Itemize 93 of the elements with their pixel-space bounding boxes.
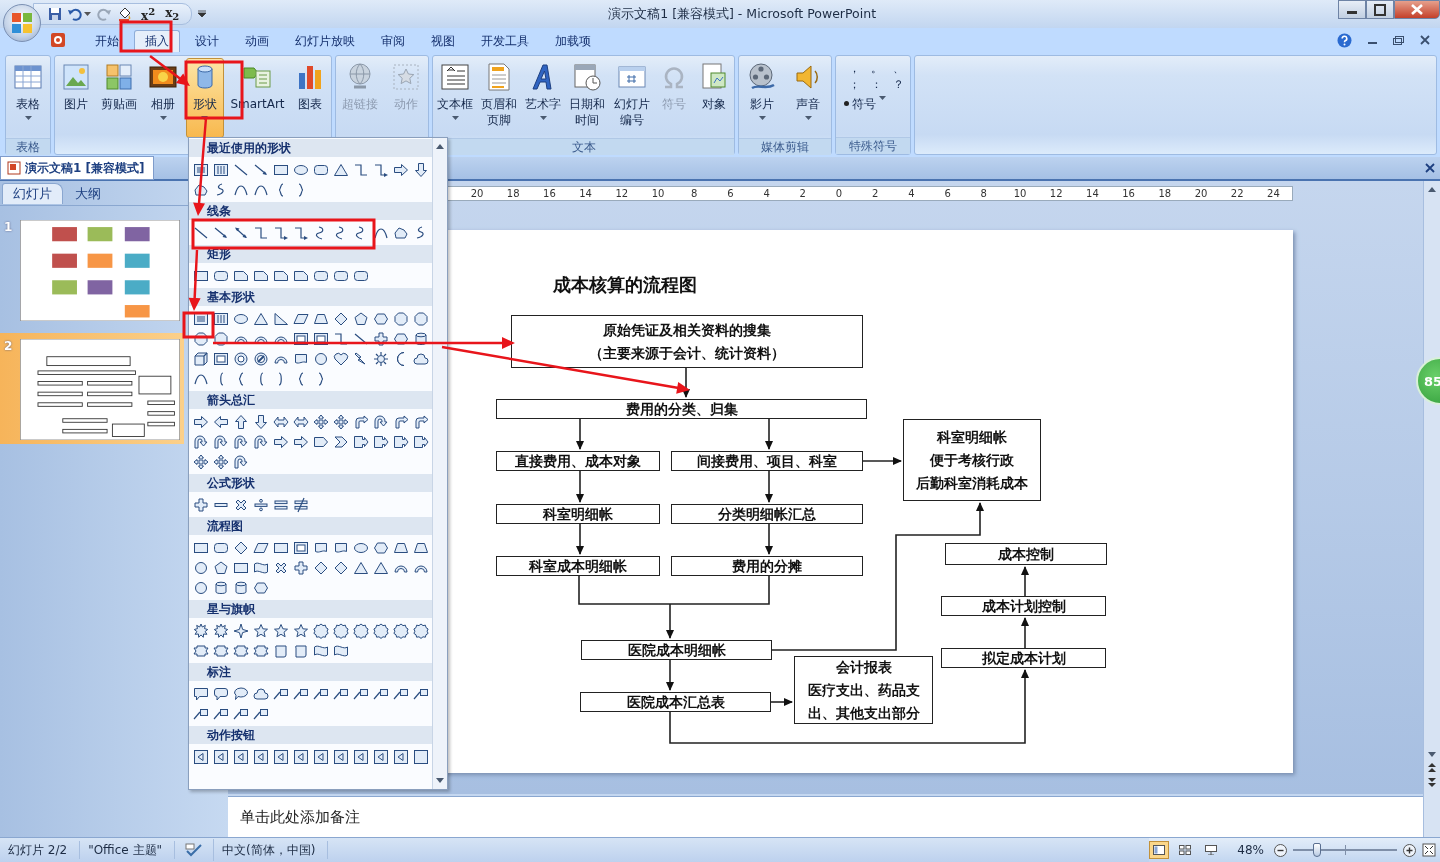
flowchart-node: 科室明细帐 便于考核行政 后勤科室消耗成本 bbox=[903, 419, 1041, 501]
superscript-button[interactable]: x$_{2}$ bbox=[163, 5, 182, 23]
superscript-button[interactable]: x$^{2}$ bbox=[139, 5, 158, 23]
ruler-number: 14 bbox=[1086, 187, 1099, 200]
ruler-number: 8 bbox=[980, 187, 987, 200]
ruler-number: 8 bbox=[691, 187, 698, 200]
ribbon-tab[interactable]: 视图 bbox=[420, 30, 466, 52]
ruler-number: 10 bbox=[1013, 187, 1027, 200]
gallery-section-header: 标注 bbox=[189, 663, 432, 681]
ribbon-tab[interactable]: 设计 bbox=[184, 30, 230, 52]
flowchart-node: 成本计划控制 bbox=[941, 596, 1106, 616]
ruler-number: 24 bbox=[1267, 187, 1280, 200]
gallery-section-header: 基本形状 bbox=[189, 288, 432, 306]
ribbon-button[interactable]: 页眉和 页脚 bbox=[478, 58, 521, 138]
ribbon-button[interactable]: 日期和 时间 bbox=[566, 58, 609, 138]
ribbon-tab[interactable]: 开始 bbox=[84, 30, 130, 52]
ruler-number: 14 bbox=[579, 187, 592, 200]
symbol-button[interactable]: ， bbox=[844, 62, 864, 76]
flowchart-node: 科室明细帐 bbox=[496, 504, 660, 524]
gallery-section-header: 星与旗帜 bbox=[189, 600, 432, 618]
ribbon-button[interactable]: 幻灯片 编号 bbox=[610, 58, 653, 138]
ruler-number: 18 bbox=[1158, 187, 1172, 200]
ruler-number: 10 bbox=[651, 187, 665, 200]
panel-tab[interactable]: 大纲 bbox=[65, 183, 111, 204]
symbol-button[interactable]: 。 bbox=[866, 62, 886, 76]
ribbon-tab[interactable]: 幻灯片放映 bbox=[284, 30, 366, 52]
theme-name: "Office 主题" bbox=[80, 841, 176, 859]
ruler-number: 20 bbox=[1194, 187, 1208, 200]
flowchart-node: 医院成本汇总表 bbox=[580, 692, 771, 712]
flowchart-node: 会计报表 医疗支出、药品支 出、其他支出部分 bbox=[794, 656, 933, 724]
ribbon-button[interactable]: 艺术字 bbox=[522, 58, 565, 138]
flowchart-node: 直接费用、成本对象 bbox=[496, 451, 660, 471]
group-label: 媒体剪辑 bbox=[739, 138, 831, 155]
notes-prompt: 单击此处添加备注 bbox=[240, 807, 360, 827]
panel-tab[interactable]: 幻灯片 bbox=[2, 183, 63, 204]
symbol-button[interactable]: ： bbox=[866, 78, 886, 92]
gallery-section-header: 动作按钮 bbox=[189, 726, 432, 744]
language: 中文(简体，中国) bbox=[214, 841, 329, 859]
ruler-number: 20 bbox=[470, 187, 484, 200]
ruler-number: 6 bbox=[944, 187, 951, 200]
slide-number: 2 bbox=[4, 339, 14, 353]
ribbon-tab[interactable]: 加载项 bbox=[544, 30, 602, 52]
ruler-number: 0 bbox=[835, 187, 843, 200]
ruler-number: 4 bbox=[908, 187, 915, 200]
ribbon-button[interactable]: 影片 bbox=[743, 58, 781, 138]
ribbon-button[interactable]: 文本框 bbox=[434, 58, 477, 138]
window-title: 演示文稿1 [兼容模式] - Microsoft PowerPoint bbox=[608, 5, 878, 23]
symbol-button[interactable]: ？ bbox=[888, 78, 908, 92]
flowchart-node: 成本控制 bbox=[945, 543, 1107, 565]
gallery-section-header: 流程图 bbox=[189, 517, 432, 535]
ruler-number: 18 bbox=[506, 187, 520, 200]
ribbon-button[interactable]: 图表 bbox=[291, 58, 330, 138]
flowchart-node: 间接费用、项目、科室 bbox=[671, 451, 863, 471]
slide-count: 幻灯片 2/2 bbox=[0, 841, 81, 859]
flowchart-node: 拟定成本计划 bbox=[941, 648, 1106, 668]
document-tab[interactable]: 演示文稿1 [兼容模式] bbox=[0, 156, 154, 180]
symbol-menu-button[interactable]: 符号 bbox=[844, 96, 910, 137]
symbol-button[interactable]: ； bbox=[844, 78, 864, 92]
ruler-number: 16 bbox=[1122, 187, 1135, 200]
group-label: 特殊符号 bbox=[836, 137, 910, 154]
flowchart-node: 医院成本明细帐 bbox=[581, 640, 772, 660]
ruler-number: 2 bbox=[799, 187, 806, 200]
ruler-number: 12 bbox=[615, 187, 629, 200]
ribbon-button[interactable]: 图片 bbox=[56, 58, 95, 138]
ribbon-button[interactable]: 剪贴画 bbox=[98, 58, 141, 138]
flowchart-node: 原始凭证及相关资料的搜集 （主要来源于会计、统计资料） bbox=[511, 315, 863, 368]
ribbon-tab[interactable]: 审阅 bbox=[370, 30, 416, 52]
document-title: 演示文稿1 [兼容模式] bbox=[25, 159, 145, 177]
gallery-section-header: 箭头总汇 bbox=[189, 391, 432, 409]
symbol-button[interactable]: 、 bbox=[888, 62, 908, 76]
ribbon-tab[interactable]: 开发工具 bbox=[470, 30, 540, 52]
flowchart-node: 费用的分类、归集 bbox=[496, 399, 867, 419]
flowchart-node: 科室成本明细帐 bbox=[496, 556, 660, 576]
slide-title: 成本核算的流程图 bbox=[553, 273, 697, 297]
ruler-number: 6 bbox=[727, 187, 734, 200]
gallery-section-header: 线条 bbox=[189, 202, 432, 220]
gallery-section-header: 公式形状 bbox=[189, 474, 432, 492]
group-label: 表格 bbox=[6, 138, 50, 155]
slide-number: 1 bbox=[4, 220, 14, 234]
gallery-section-header: 最近使用的形状 bbox=[189, 139, 432, 157]
ruler-number: 22 bbox=[1230, 187, 1244, 200]
ribbon-button[interactable]: 对象 bbox=[694, 58, 733, 138]
ruler-number: 12 bbox=[1049, 187, 1063, 200]
ribbon-tab[interactable]: 动画 bbox=[234, 30, 280, 52]
ruler-number: 2 bbox=[872, 187, 879, 200]
ruler-number: 4 bbox=[763, 187, 770, 200]
flowchart-node: 分类明细帐汇总 bbox=[671, 504, 863, 524]
ruler-number: 16 bbox=[543, 187, 556, 200]
flowchart-node: 费用的分摊 bbox=[671, 556, 863, 576]
notes-pane[interactable]: 单击此处添加备注 bbox=[228, 796, 1423, 837]
ribbon-button[interactable]: 表格 bbox=[9, 58, 47, 138]
zoom-level[interactable]: 48% bbox=[1237, 843, 1264, 857]
ribbon-button[interactable]: 声音 bbox=[789, 58, 827, 138]
